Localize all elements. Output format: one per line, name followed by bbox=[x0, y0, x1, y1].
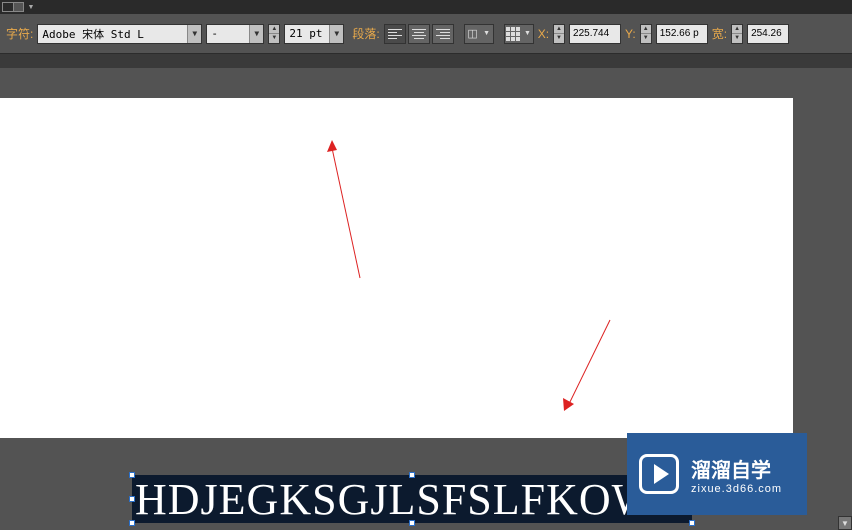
play-icon bbox=[639, 454, 679, 494]
opacity-dropdown[interactable]: ◫▼ bbox=[464, 24, 494, 44]
font-size-value: 21 pt bbox=[285, 27, 329, 40]
x-spinner[interactable]: ▲▼ bbox=[553, 24, 565, 44]
char-label: 字符: bbox=[6, 25, 33, 42]
handle-bl[interactable] bbox=[129, 520, 135, 526]
layout-icon[interactable] bbox=[2, 2, 24, 12]
y-label: Y: bbox=[625, 27, 636, 41]
x-label: X: bbox=[538, 27, 549, 41]
watermark-url: zixue.3d66.com bbox=[691, 483, 782, 495]
font-family-dropdown[interactable]: Adobe 宋体 Std L ▼ bbox=[37, 24, 202, 44]
opacity-icon: ◫ bbox=[467, 27, 477, 40]
align-panel-dropdown[interactable]: ▼ bbox=[504, 24, 534, 44]
scroll-down-button[interactable]: ▼ bbox=[838, 516, 852, 530]
para-label: 段落: bbox=[352, 25, 379, 42]
w-spinner[interactable]: ▲▼ bbox=[731, 24, 743, 44]
artboard[interactable] bbox=[0, 98, 793, 438]
options-toolbar: 字符: Adobe 宋体 Std L ▼ - ▼ ▲▼ 21 pt ▼ 段落: … bbox=[0, 14, 852, 54]
align-center-button[interactable] bbox=[408, 24, 430, 44]
watermark-name: 溜溜自学 bbox=[691, 454, 782, 483]
y-spinner[interactable]: ▲▼ bbox=[640, 24, 652, 44]
handle-tm[interactable] bbox=[409, 472, 415, 478]
tab-strip: ▼ bbox=[0, 0, 852, 14]
layout-dropdown-icon[interactable]: ▼ bbox=[26, 2, 36, 12]
w-input[interactable]: 254.26 bbox=[747, 24, 789, 44]
handle-ml[interactable] bbox=[129, 496, 135, 502]
align-right-button[interactable] bbox=[432, 24, 454, 44]
grid-icon bbox=[506, 27, 520, 41]
handle-bm[interactable] bbox=[409, 520, 415, 526]
font-family-value: Adobe 宋体 Std L bbox=[38, 26, 187, 42]
w-label: 宽: bbox=[712, 25, 727, 42]
handle-tl[interactable] bbox=[129, 472, 135, 478]
handle-br[interactable] bbox=[689, 520, 695, 526]
sub-toolbar bbox=[0, 54, 852, 68]
watermark: 溜溜自学 zixue.3d66.com bbox=[627, 433, 807, 515]
font-style-dropdown[interactable]: - ▼ bbox=[206, 24, 264, 44]
align-group bbox=[384, 24, 454, 44]
align-left-button[interactable] bbox=[384, 24, 406, 44]
canvas-area[interactable]: HDJEGKSGJLSFSLFKOWEJF 溜溜自学 zixue.3d66.co… bbox=[0, 68, 852, 530]
chevron-down-icon: ▼ bbox=[329, 25, 343, 43]
x-input[interactable]: 225.744 bbox=[569, 24, 621, 44]
chevron-down-icon: ▼ bbox=[249, 25, 263, 43]
font-size-spinner[interactable]: ▲▼ bbox=[268, 24, 280, 44]
font-style-value: - bbox=[207, 27, 249, 40]
font-size-dropdown[interactable]: 21 pt ▼ bbox=[284, 24, 344, 44]
y-input[interactable]: 152.66 p bbox=[656, 24, 708, 44]
chevron-down-icon: ▼ bbox=[187, 25, 201, 43]
